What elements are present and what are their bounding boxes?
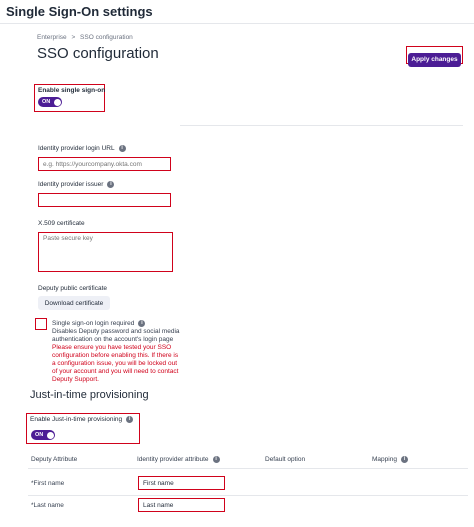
toggle-knob <box>46 431 54 439</box>
table-row-divider <box>28 495 468 496</box>
jit-label: Enable Just-in-time provisioning i <box>30 416 134 424</box>
jit-label-text: Enable Just-in-time provisioning <box>30 416 123 424</box>
x509-textarea[interactable] <box>38 232 173 272</box>
idp-issuer-input[interactable] <box>38 193 171 207</box>
sso-required-description: Disables Deputy password and social medi… <box>52 328 180 344</box>
column-header-idp-attribute: Identity provider attribute i <box>137 456 220 463</box>
breadcrumb-current: SSO configuration <box>80 34 133 41</box>
info-icon[interactable]: i <box>212 456 220 463</box>
sso-required-label-row: Single sign-on login required i <box>52 320 182 328</box>
row-first-name-label: *First name <box>31 480 65 487</box>
sso-required-checkbox[interactable] <box>35 318 47 330</box>
info-icon[interactable]: i <box>400 456 408 463</box>
info-icon[interactable]: i <box>138 320 146 327</box>
breadcrumb-separator: > <box>71 34 76 41</box>
page-title: SSO configuration <box>37 45 159 62</box>
first-name-idp-input[interactable] <box>138 476 225 490</box>
toggle-knob <box>53 98 61 106</box>
table-row-divider <box>28 468 468 469</box>
column-header-default-option: Default option <box>265 456 306 463</box>
apply-highlight: Apply changes <box>406 46 463 67</box>
row-last-name-label: *Last name <box>31 502 64 509</box>
info-icon[interactable]: i <box>118 145 126 152</box>
jit-toggle[interactable]: ON <box>31 430 55 440</box>
jit-toggle-text: ON <box>35 432 44 438</box>
last-name-idp-input[interactable] <box>138 498 225 512</box>
page-header-title: Single Sign-On settings <box>6 4 153 19</box>
sso-required-label: Single sign-on login required <box>52 320 135 328</box>
breadcrumb-root[interactable]: Enterprise <box>37 34 67 41</box>
idp-login-url-input[interactable] <box>38 157 171 171</box>
deputy-cert-label: Deputy public certificate <box>38 285 108 292</box>
sso-required-block: Single sign-on login required i Disables … <box>52 320 182 384</box>
info-icon[interactable]: i <box>126 416 134 423</box>
enable-sso-toggle[interactable]: ON <box>38 97 62 107</box>
idp-issuer-label: Identity provider issuer i <box>38 181 115 189</box>
breadcrumb: Enterprise > SSO configuration <box>37 34 133 41</box>
section-divider <box>180 125 463 126</box>
column-header-mapping: Mapping i <box>372 456 408 463</box>
jit-section-title: Just-in-time provisioning <box>30 389 149 401</box>
enable-sso-toggle-text: ON <box>42 99 51 105</box>
apply-changes-button[interactable]: Apply changes <box>408 52 461 67</box>
idp-issuer-label-text: Identity provider issuer <box>38 181 104 189</box>
idp-login-url-label: Identity provider login URL i <box>38 145 126 152</box>
info-icon[interactable]: i <box>107 181 115 188</box>
enable-sso-label: Enable single sign-on <box>38 87 106 94</box>
page-header: Single Sign-On settings <box>0 0 474 24</box>
idp-login-url-label-text: Identity provider login URL <box>38 145 115 153</box>
column-header-deputy-attribute: Deputy Attribute <box>31 456 78 463</box>
column-header-idp-attribute-text: Identity provider attribute <box>137 456 209 464</box>
download-certificate-button[interactable]: Download certificate <box>38 296 110 310</box>
x509-label: X.509 certificate <box>38 220 85 227</box>
column-header-mapping-text: Mapping <box>372 456 397 464</box>
sso-required-warning: Please ensure you have tested your SSO c… <box>52 344 179 384</box>
